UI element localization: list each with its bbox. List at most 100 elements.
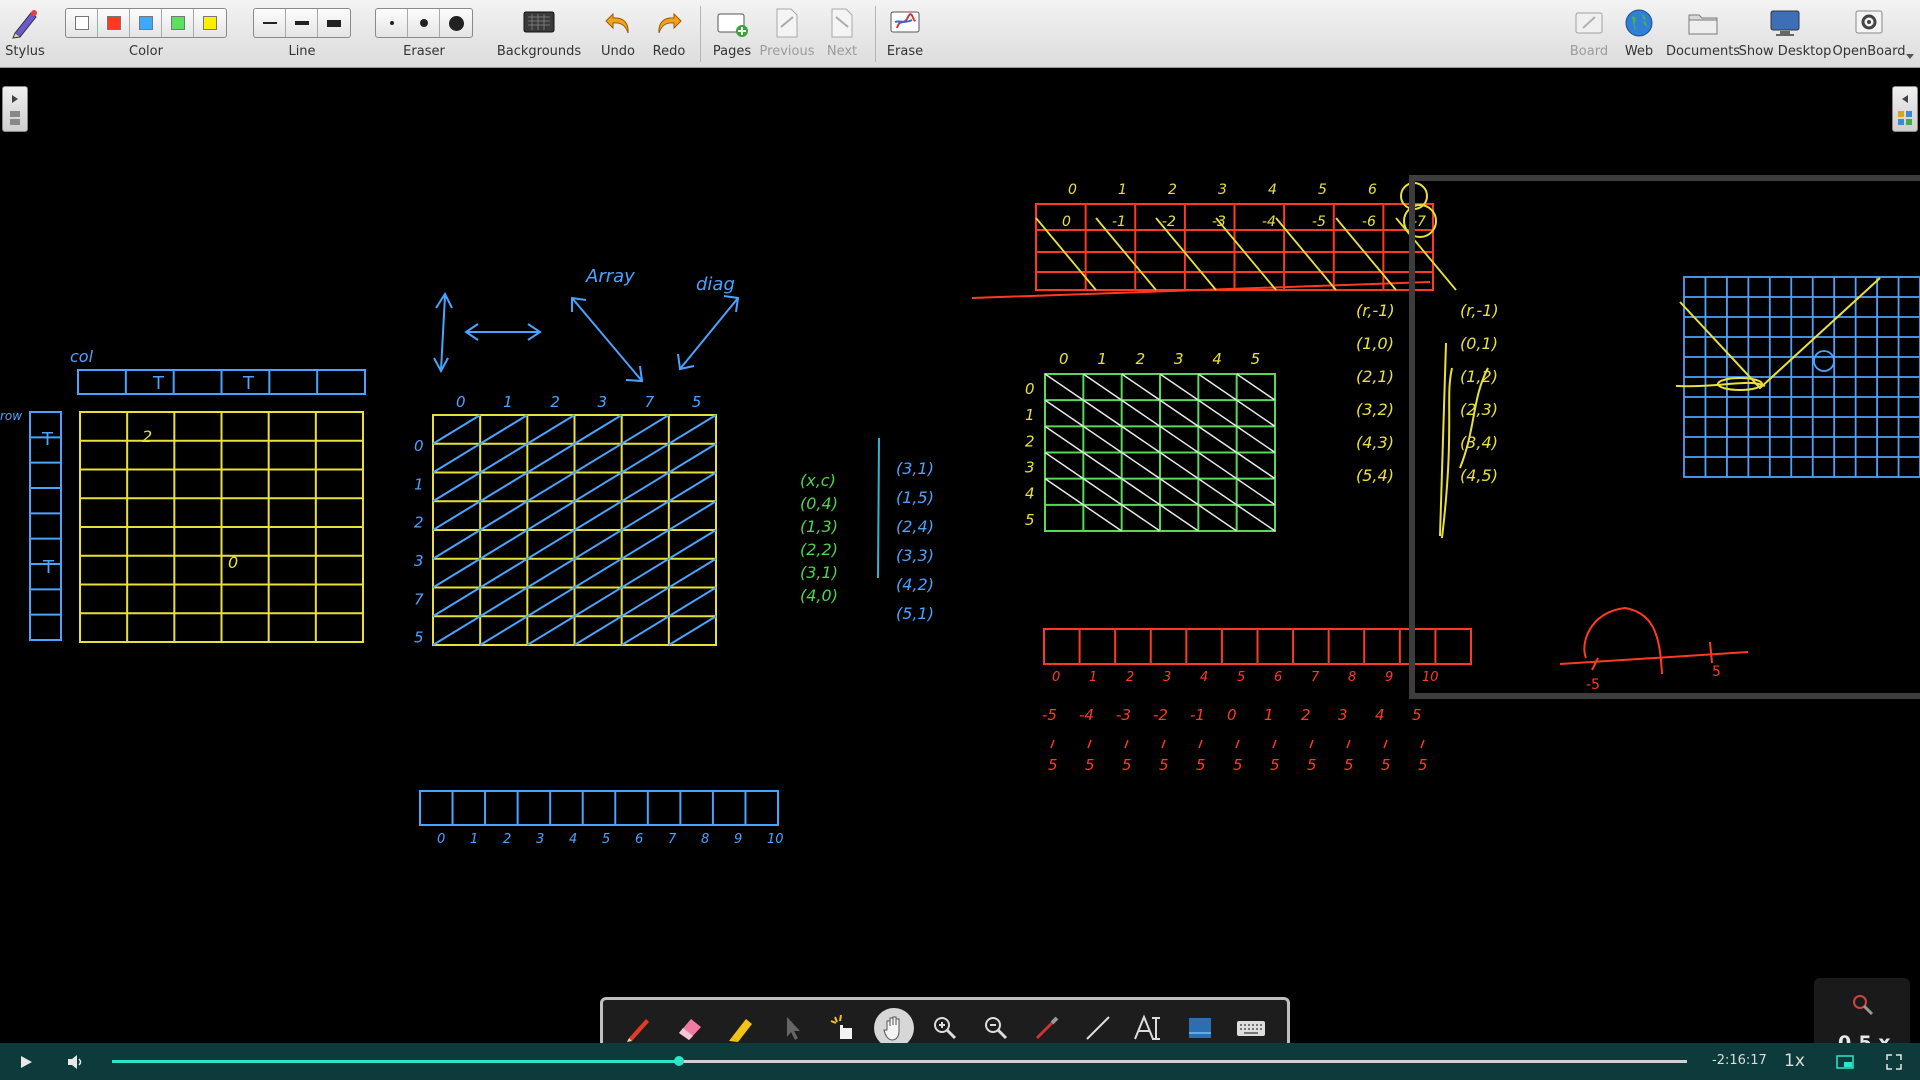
strip2-value: -5: [1042, 706, 1057, 724]
dock-hand-button[interactable]: [873, 1008, 914, 1048]
col-t1-mark: T: [152, 373, 165, 394]
redo-button[interactable]: Redo: [648, 4, 690, 64]
board-drawings: 2 0 0 1 2 3 7 5 0 1 2 3 7 5 (x,c) (0,4) (1,3) (2,2) (3,1) (…: [29, 175, 1920, 847]
strip2-slash: [1420, 739, 1425, 749]
play-icon[interactable]: [18, 1054, 34, 1070]
zoom-in-icon: [933, 1017, 956, 1040]
grid2-col-index: 0: [1059, 350, 1069, 368]
redo-icon: [654, 4, 684, 42]
strip2-index: 7: [1311, 670, 1320, 685]
color-palette: [65, 8, 227, 38]
dock-line-button[interactable]: [1078, 1008, 1118, 1048]
strip2-five: 5: [1307, 756, 1317, 774]
strip2-slash-row: [1050, 739, 1425, 749]
web-button[interactable]: Web: [1620, 4, 1658, 64]
strip2-slash: [1087, 739, 1092, 749]
strip1-index: 1: [470, 832, 478, 847]
capture-icon: [1189, 1018, 1212, 1038]
backgrounds-button[interactable]: Backgrounds: [497, 4, 581, 64]
dock-eraser-button[interactable]: [670, 1008, 710, 1048]
color-swatch-green[interactable]: [162, 9, 194, 37]
color-swatch-white[interactable]: [66, 9, 98, 37]
pair2-right: (4,5): [1460, 466, 1498, 485]
board-button[interactable]: Board: [1568, 4, 1610, 64]
antidiagonal: [432, 414, 481, 445]
video-player-bar: -2:16:17 1x: [0, 1043, 1920, 1080]
progress-fill: [112, 1060, 679, 1063]
erase-button[interactable]: Erase: [884, 4, 926, 64]
strip2-value: 1: [1264, 706, 1274, 724]
documents-button[interactable]: Documents: [1666, 4, 1740, 64]
volume-icon[interactable]: [66, 1054, 84, 1070]
pages-button[interactable]: Pages: [710, 4, 754, 64]
dock-keyboard-button[interactable]: [1231, 1008, 1271, 1048]
grid2-col-index: 5: [1251, 350, 1261, 368]
grid1-mark-2: 2: [142, 427, 152, 446]
show-desktop-button[interactable]: Show Desktop: [1739, 4, 1831, 64]
ink-green-bar: [877, 437, 880, 579]
strip1-index: 8: [701, 832, 709, 847]
undo-icon: [603, 4, 633, 42]
pair-left: (3,1): [800, 563, 838, 582]
dock-capture-button[interactable]: [1180, 1008, 1220, 1048]
grid1-col-index: 5: [692, 393, 702, 411]
previous-label: Previous: [759, 44, 815, 59]
erase-board-icon: [888, 4, 922, 42]
index-strip-1-border: [419, 790, 779, 826]
openboard-dropdown-icon[interactable]: [1906, 54, 1914, 59]
eraser-large-option[interactable]: [440, 9, 472, 37]
next-button[interactable]: Next: [822, 4, 862, 64]
pair2-left: (3,2): [1356, 400, 1394, 419]
add-page-icon: [715, 4, 749, 42]
line-thin-option[interactable]: [254, 9, 286, 37]
dock-interact-button[interactable]: [823, 1008, 863, 1048]
whiteboard-canvas[interactable]: 2 0 0 1 2 3 7 5 0 1 2 3 7 5 (x,c) (0,4) (1,3) (2,2) (3,1) (…: [0, 68, 1920, 1043]
pair-left: (1,3): [800, 517, 838, 536]
openboard-menu-button[interactable]: OpenBoard: [1833, 4, 1905, 64]
line-medium-option[interactable]: [286, 9, 318, 37]
time-remaining: -2:16:17: [1712, 1053, 1767, 1068]
pair2-right: (2,3): [1460, 400, 1498, 419]
row-annotation: row: [0, 409, 22, 423]
eraser-small-option[interactable]: [376, 9, 408, 37]
dock-marker-button[interactable]: [721, 1008, 761, 1048]
eraser-icon: [678, 1019, 701, 1040]
pair2-left: (1,0): [1356, 334, 1394, 353]
antidiagonal: [573, 557, 717, 646]
dock-zoom-out-button[interactable]: [976, 1008, 1016, 1048]
previous-button[interactable]: Previous: [760, 4, 814, 64]
grid2-row-index: 4: [1025, 485, 1035, 503]
undo-button[interactable]: Undo: [598, 4, 638, 64]
progress-knob[interactable]: [674, 1056, 684, 1066]
dock-zoom-in-button[interactable]: [925, 1008, 965, 1048]
strip1-index: 10: [767, 832, 784, 847]
dock-pen-button[interactable]: [619, 1008, 659, 1048]
pair2-right: (1,2): [1460, 367, 1498, 386]
selector-icon: [786, 1017, 800, 1040]
strip2-value: -1: [1190, 706, 1205, 724]
picture-in-picture-icon[interactable]: [1836, 1054, 1854, 1070]
color-swatch-blue[interactable]: [130, 9, 162, 37]
color-swatch-yellow[interactable]: [194, 9, 226, 37]
pair2-right: (r,-1): [1460, 301, 1499, 320]
dock-laser-button[interactable]: [1027, 1008, 1067, 1048]
eraser-medium-option[interactable]: [408, 9, 440, 37]
line-width-selector: [253, 8, 351, 38]
color-swatch-red[interactable]: [98, 9, 130, 37]
web-label: Web: [1624, 44, 1654, 59]
stylus-icon: [9, 4, 41, 42]
dock-selector-button[interactable]: [772, 1008, 812, 1048]
diag-annotation: diag: [696, 274, 735, 295]
grid2-row-index: 3: [1025, 459, 1035, 477]
fullscreen-icon[interactable]: [1886, 1054, 1902, 1070]
line-thick-option[interactable]: [318, 9, 350, 37]
dock-text-button[interactable]: [1129, 1008, 1169, 1048]
hand-icon: [883, 1016, 900, 1041]
progress-track[interactable]: [112, 1056, 1687, 1066]
green-diagonal: [1044, 399, 1238, 532]
playback-speed[interactable]: 1x: [1784, 1051, 1805, 1071]
strip2-index: 5: [1237, 670, 1245, 685]
strip2-five: 5: [1381, 756, 1391, 774]
stylus-button[interactable]: Stylus: [4, 4, 46, 64]
red-index-strip: [1043, 628, 1472, 665]
